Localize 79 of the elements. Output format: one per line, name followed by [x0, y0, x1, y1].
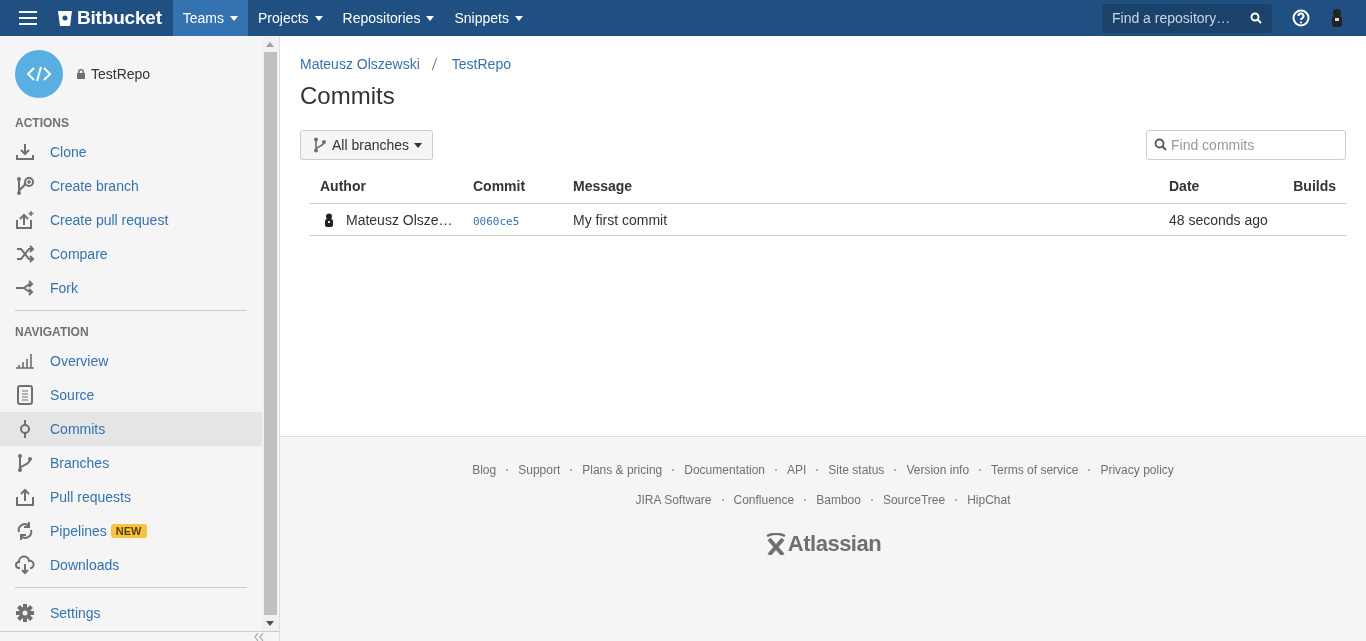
nav-menu[interactable]: Repositories [332, 0, 445, 36]
branch-dropdown[interactable]: All branches [300, 130, 434, 160]
page-title: Commits [300, 82, 396, 110]
refresh-icon [15, 521, 35, 541]
sidebar-item[interactable]: Pipelines NEW [0, 514, 262, 548]
gear-icon [15, 603, 35, 623]
caret-icon [414, 142, 423, 148]
footer-link[interactable]: Confluence [733, 493, 795, 507]
sidebar-item[interactable]: Fork [0, 271, 262, 305]
fork-icon [15, 278, 35, 298]
footer-link[interactable]: JIRA Software [635, 493, 712, 507]
column-header: Author [310, 171, 463, 204]
column-header: Message [563, 171, 1159, 204]
footer-link[interactable]: Version info [906, 463, 970, 477]
commit-hash-link[interactable]: 0060ce5 [473, 215, 520, 228]
caret-icon [514, 15, 523, 21]
upload-plus-icon [15, 210, 35, 230]
sidebar-item[interactable]: Settings [0, 596, 262, 630]
footer-link[interactable]: Support [518, 463, 561, 477]
caret-icon [230, 15, 238, 21]
upload-icon [15, 487, 35, 507]
commit-search-field[interactable]: Find commits [1146, 130, 1346, 160]
branch-plus-icon [15, 176, 35, 196]
document-icon [15, 385, 35, 405]
author-link[interactable]: Mateusz Olsze… [346, 212, 453, 228]
footer-link[interactable]: Privacy policy [1100, 463, 1174, 477]
repository-name: TestRepo [91, 66, 151, 82]
sidebar-item[interactable]: Commits [0, 412, 262, 446]
sidebar-item[interactable]: Create pull request [0, 203, 262, 237]
footer-link[interactable]: HipChat [967, 493, 1011, 507]
download-icon [15, 142, 35, 162]
sidebar-item[interactable]: Compare [0, 237, 262, 271]
footer-link[interactable]: Bamboo [816, 493, 861, 507]
avatar-icon[interactable] [1330, 8, 1344, 28]
sidebar-item[interactable]: Source [0, 378, 262, 412]
sidebar-item[interactable]: Create branch [0, 169, 262, 203]
table-cell: My first commit [563, 203, 1159, 236]
breadcrumb-link[interactable]: Mateusz Olszewski [300, 56, 420, 72]
footer-link[interactable]: SourceTree [882, 493, 946, 507]
footer-link[interactable]: Plans & pricing [582, 463, 663, 477]
footer-link[interactable]: Site status [828, 463, 885, 477]
logo-text[interactable]: Bitbucket [77, 7, 162, 29]
footer-link[interactable]: API [787, 463, 807, 477]
sidebar-item[interactable]: Downloads [0, 548, 262, 582]
footer-link[interactable]: Terms of service [991, 463, 1079, 477]
branch-icon [313, 137, 327, 153]
search-field[interactable]: Find a repository… [1102, 3, 1272, 33]
repository-avatar [15, 50, 63, 98]
help-icon[interactable] [1292, 9, 1310, 27]
caret-icon [314, 15, 323, 21]
section-heading: NAVIGATION [14, 324, 90, 341]
sidebar-item[interactable]: Overview [0, 344, 262, 378]
scrollbar[interactable] [262, 36, 278, 631]
sidebar-item[interactable]: Branches [0, 446, 262, 480]
section-heading: ACTIONS [14, 115, 70, 132]
atlassian-logo-icon [764, 533, 787, 555]
nav-menu[interactable]: Snippets [444, 0, 533, 36]
avatar-icon [324, 213, 334, 227]
shuffle-icon [15, 244, 35, 264]
column-header: Builds [1281, 171, 1346, 204]
nav-menu[interactable]: Projects [248, 0, 333, 36]
new-badge: NEW [110, 524, 147, 538]
table-cell: 48 seconds ago [1159, 203, 1281, 236]
lock-icon [77, 69, 85, 79]
search-icon [1250, 11, 1262, 24]
column-header: Commit [463, 171, 563, 204]
bucket-icon [57, 9, 73, 27]
bar-chart-icon [15, 351, 35, 371]
nav-menu[interactable]: Teams [172, 0, 248, 36]
branch-icon [15, 453, 35, 473]
caret-icon [426, 15, 435, 21]
sidebar-item[interactable]: Clone [0, 135, 262, 169]
sidebar-item[interactable]: Pull requests [0, 480, 262, 514]
footer-link[interactable]: Documentation [684, 463, 765, 477]
footer-link[interactable]: Blog [472, 463, 497, 477]
breadcrumb-link[interactable]: TestRepo [451, 56, 511, 72]
brand-name: Atlassian [787, 531, 882, 557]
column-header: Date [1159, 171, 1281, 204]
cloud-download-icon [15, 555, 35, 575]
